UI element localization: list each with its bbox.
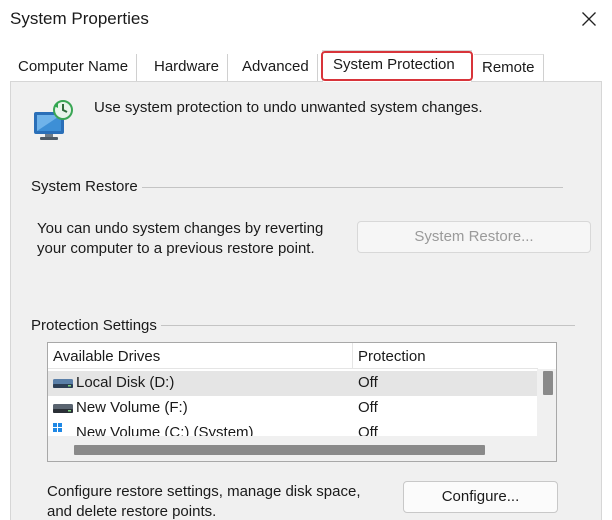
drive-row[interactable]: Local Disk (D:) Off [48, 371, 538, 396]
system-protection-icon [34, 100, 73, 140]
drives-list[interactable]: Available Drives Protection Local Disk (… [47, 342, 557, 462]
close-icon [582, 12, 596, 26]
protection-settings-heading: Protection Settings [31, 317, 161, 334]
system-restore-heading: System Restore [31, 178, 142, 195]
configure-description: Configure restore settings, manage disk … [47, 482, 397, 520]
restore-text-line2: your computer to a previous restore poin… [37, 240, 315, 257]
title-bar: System Properties [0, 0, 612, 40]
hard-drive-icon [53, 379, 73, 388]
tab-system-protection[interactable]: System Protection [321, 50, 473, 82]
config-text-line1: Configure restore settings, manage disk … [47, 483, 361, 500]
drive-row[interactable]: New Volume (F:) Off [48, 396, 538, 421]
tab-label: Remote [482, 59, 535, 76]
config-text-line2: and delete restore points. [47, 503, 217, 520]
tab-computer-name[interactable]: Computer Name [10, 54, 138, 82]
intro-description: Use system protection to undo unwanted s… [94, 99, 483, 116]
close-button[interactable] [574, 4, 604, 34]
horizontal-scrollbar[interactable] [48, 436, 538, 461]
tab-advanced[interactable]: Advanced [234, 54, 318, 82]
system-restore-description: You can undo system changes by reverting… [37, 219, 357, 259]
vertical-scroll-thumb[interactable] [543, 371, 553, 395]
tab-strip: Computer Name Hardware Advanced System P… [10, 50, 610, 82]
restore-text-line1: You can undo system changes by reverting [37, 220, 324, 237]
system-restore-button[interactable]: System Restore... [357, 221, 591, 253]
tab-label: Computer Name [18, 58, 129, 75]
tab-remote[interactable]: Remote [474, 54, 544, 82]
tab-label: Hardware [154, 58, 220, 75]
tab-label: Advanced [242, 58, 309, 75]
hard-drive-icon [53, 404, 73, 413]
column-header-protection[interactable]: Protection [358, 348, 426, 365]
scrollbar-corner [537, 436, 556, 461]
system-protection-panel: Use system protection to undo unwanted s… [10, 81, 602, 520]
configure-button[interactable]: Configure... [403, 481, 558, 513]
drives-list-header: Available Drives Protection [48, 343, 538, 369]
drive-protection-status: Off [358, 399, 378, 416]
drive-name: Local Disk (D:) [76, 374, 175, 391]
tab-hardware[interactable]: Hardware [146, 54, 229, 82]
system-drive-icon [53, 423, 62, 432]
drive-protection-status: Off [358, 374, 378, 391]
window-title: System Properties [10, 9, 149, 28]
tab-label: System Protection [333, 56, 455, 73]
horizontal-scroll-thumb[interactable] [74, 445, 485, 455]
drive-name: New Volume (F:) [76, 399, 188, 416]
column-separator [352, 343, 353, 369]
vertical-scrollbar[interactable] [537, 369, 556, 436]
column-header-drives[interactable]: Available Drives [53, 348, 160, 365]
